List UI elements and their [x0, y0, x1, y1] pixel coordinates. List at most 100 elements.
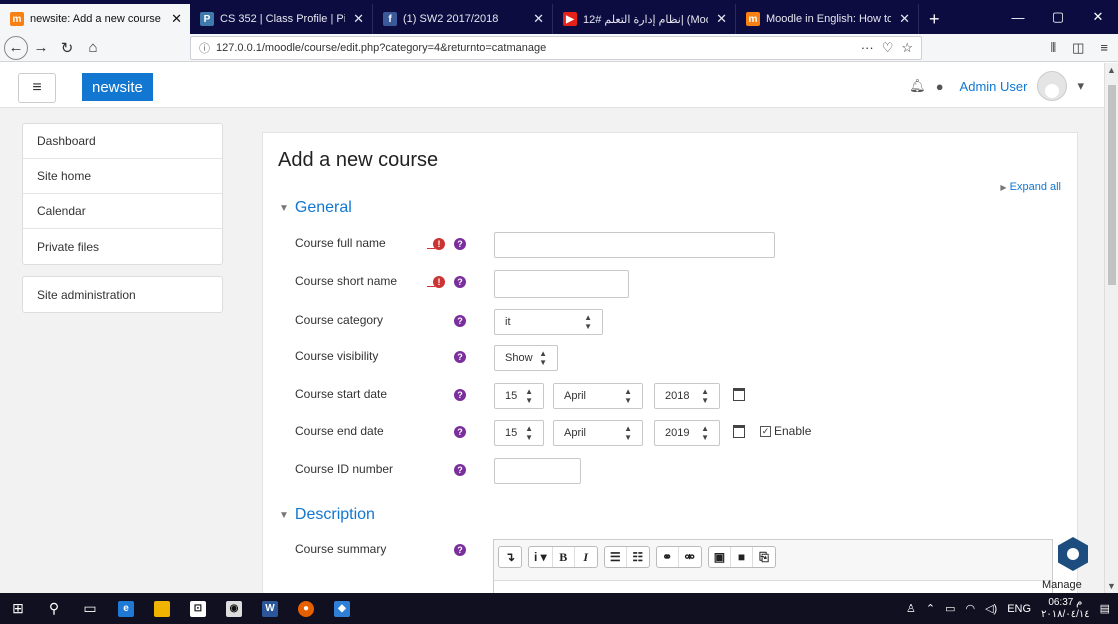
user-menu-caret-icon[interactable]: ▾	[1077, 78, 1084, 94]
start-year-select[interactable]: 2018 ▲ ▼	[654, 383, 720, 409]
help-icon[interactable]: ?	[454, 544, 466, 556]
italic-icon[interactable]: I	[575, 547, 597, 567]
course-category-select[interactable]: it ▲ ▼	[494, 309, 603, 335]
close-window-button[interactable]: ✕	[1078, 9, 1118, 25]
menu-icon[interactable]: ≡	[1100, 40, 1108, 56]
scroll-down-icon[interactable]: ▼	[1107, 581, 1116, 591]
help-icon[interactable]: ?	[454, 426, 466, 438]
toolbar-toggle-icon[interactable]: ↴	[499, 547, 521, 567]
end-date-enable-checkbox[interactable]: ✓ Enable	[760, 424, 811, 438]
end-year-select[interactable]: 2019 ▲ ▼	[654, 420, 720, 446]
help-icon[interactable]: ?	[454, 276, 466, 288]
new-tab-button[interactable]: +	[919, 4, 950, 34]
show-hidden-icons-icon[interactable]: ⌃	[926, 602, 935, 615]
scroll-up-icon[interactable]: ▲	[1107, 65, 1116, 75]
home-button[interactable]: ⌂	[80, 36, 106, 60]
scrollbar-thumb[interactable]	[1108, 85, 1116, 285]
tab-piazza[interactable]: P CS 352 | Class Profile | Piazza ✕	[190, 4, 373, 34]
nav-drawer-toggle[interactable]: ≡	[18, 73, 56, 103]
sidebar-item-site-administration[interactable]: Site administration	[23, 277, 222, 312]
tab-youtube[interactable]: ▶ نظام إدارة التعلم #12| (Moodle ✕	[553, 4, 736, 34]
sidebar-item-dashboard[interactable]: Dashboard	[23, 124, 222, 159]
tab-facebook[interactable]: f (1) SW2 2017/2018 ✕	[373, 4, 553, 34]
image-icon[interactable]: ▣	[709, 547, 732, 567]
end-day-select[interactable]: 15 ▲ ▼	[494, 420, 544, 446]
task-view-icon[interactable]: ▭	[72, 593, 108, 624]
windows-start-icon[interactable]: ⊞	[0, 593, 36, 624]
start-month-select[interactable]: April ▲ ▼	[553, 383, 643, 409]
more-actions-button[interactable]: ···	[861, 40, 874, 56]
action-center-icon[interactable]: ▤	[1100, 602, 1110, 615]
edge-icon[interactable]: e	[108, 593, 144, 624]
url-text[interactable]: 127.0.0.1/moodle/course/edit.php?categor…	[216, 42, 861, 54]
link-icon[interactable]: ⚭	[657, 547, 679, 567]
help-icon[interactable]: ?	[454, 351, 466, 363]
pocket-icon[interactable]: ♡	[882, 40, 894, 56]
virtualbox-icon[interactable]: ◆	[324, 593, 360, 624]
tab-moodle-english[interactable]: m Moodle in English: How to assi ✕	[736, 4, 919, 34]
forward-button[interactable]: →	[28, 36, 54, 60]
page-scrollbar[interactable]: ▲ ▼	[1104, 63, 1118, 593]
unlink-icon[interactable]: ⚮	[679, 547, 701, 567]
tab-newsite[interactable]: m newsite: Add a new course ✕	[0, 4, 190, 34]
close-icon[interactable]: ✕	[353, 11, 364, 27]
file-explorer-icon[interactable]	[144, 593, 180, 624]
course-id-number-input[interactable]	[494, 458, 581, 484]
sidebar-item-site-home[interactable]: Site home	[23, 159, 222, 194]
sidebar-item-calendar[interactable]: Calendar	[23, 194, 222, 229]
bookmark-star-icon[interactable]: ☆	[901, 40, 913, 56]
volume-icon[interactable]: ◁)	[985, 602, 997, 615]
start-day-select[interactable]: 15 ▲ ▼	[494, 383, 544, 409]
manage-widget[interactable]: Manage	[1030, 535, 1104, 593]
people-icon[interactable]: ♙	[906, 602, 916, 615]
required-icon[interactable]: !	[433, 276, 445, 288]
required-icon[interactable]: !	[433, 238, 445, 250]
unordered-list-icon[interactable]: ☰	[605, 547, 627, 567]
info-icon[interactable]: ⓘ	[199, 40, 210, 56]
remote-app-icon[interactable]: ◉	[216, 593, 252, 624]
bold-icon[interactable]: B	[553, 547, 575, 567]
close-icon[interactable]: ✕	[171, 11, 182, 27]
course-full-name-input[interactable]	[494, 232, 775, 258]
firefox-icon[interactable]: ●	[288, 593, 324, 624]
user-name[interactable]: Admin User	[960, 79, 1028, 94]
help-icon[interactable]: ?	[454, 315, 466, 327]
sidebar-toggle-icon[interactable]: ◫	[1072, 40, 1084, 56]
site-brand[interactable]: newsite	[82, 73, 153, 101]
messages-icon[interactable]: ●	[936, 79, 944, 94]
help-icon[interactable]: ?	[454, 238, 466, 250]
word-icon[interactable]: W	[252, 593, 288, 624]
notifications-bell-icon[interactable]: 🔔︎	[909, 78, 926, 94]
minimize-button[interactable]: —	[998, 10, 1038, 25]
maximize-button[interactable]: ▢	[1038, 9, 1078, 25]
url-bar[interactable]: ⓘ 127.0.0.1/moodle/course/edit.php?categ…	[190, 35, 922, 60]
summary-editor[interactable]: ↴ i ▾ B I ☰ ☷ ⚭ ⚮ ▣ ■ ⎘	[493, 539, 1053, 593]
language-indicator[interactable]: ENG	[1007, 603, 1031, 615]
store-icon[interactable]: ⊡	[180, 593, 216, 624]
wifi-icon[interactable]: ◠	[965, 602, 975, 615]
manage-files-icon[interactable]: ⎘	[753, 547, 775, 567]
search-icon[interactable]: ⚲	[36, 593, 72, 624]
course-visibility-select[interactable]: Show ▲ ▼	[494, 345, 558, 371]
battery-icon[interactable]: ▭	[945, 602, 955, 615]
end-month-select[interactable]: April ▲ ▼	[553, 420, 643, 446]
section-general-header[interactable]: ▼ General	[279, 199, 352, 217]
library-icon[interactable]: ⫴	[1051, 40, 1056, 56]
media-icon[interactable]: ■	[731, 547, 754, 567]
sidebar-item-private-files[interactable]: Private files	[23, 229, 222, 264]
reload-button[interactable]: ↻	[54, 36, 80, 60]
close-icon[interactable]: ✕	[716, 11, 727, 27]
expand-all-link[interactable]: ▶ Expand all	[1000, 181, 1061, 193]
clock[interactable]: 06:37 م ٢٠١٨/٠٤/١٤	[1041, 597, 1090, 621]
close-icon[interactable]: ✕	[899, 11, 910, 27]
help-icon[interactable]: ?	[454, 464, 466, 476]
avatar[interactable]	[1037, 71, 1068, 101]
paragraph-style-icon[interactable]: i ▾	[529, 547, 553, 567]
calendar-icon[interactable]	[733, 425, 745, 438]
back-button[interactable]: ←	[4, 35, 28, 60]
editor-text-area[interactable]	[494, 580, 1052, 593]
help-icon[interactable]: ?	[454, 389, 466, 401]
course-short-name-input[interactable]	[494, 270, 629, 298]
ordered-list-icon[interactable]: ☷	[627, 547, 649, 567]
calendar-icon[interactable]	[733, 388, 745, 401]
